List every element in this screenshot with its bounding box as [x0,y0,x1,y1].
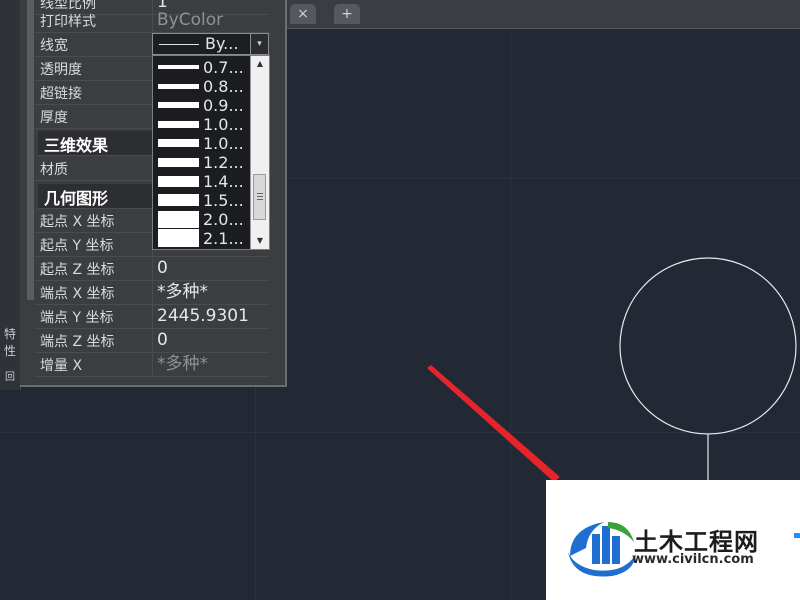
lineweight-option-label: 0.8... [203,77,244,96]
lineweight-swatch [158,194,199,206]
scroll-down-icon[interactable]: ▼ [251,233,269,249]
property-row-end-x[interactable]: 端点 X 坐标 *多种* [35,280,269,305]
lineweight-swatch [158,158,199,167]
property-label: 材质 [40,162,68,178]
grip-line [257,199,263,200]
lineweight-select-value: By... [205,34,239,53]
property-value[interactable]: 0 [152,256,269,280]
lineweight-dropdown[interactable]: 0.7... 0.8... 0.9... 1.0... 1.0... 1.2..… [152,55,270,250]
lineweight-option-label: 2.0... [203,210,244,229]
property-value[interactable]: 0 [152,328,269,352]
property-value[interactable]: *多种* [152,352,269,376]
section-title: 几何图形 [44,189,109,208]
property-row-delta-x[interactable]: 增量 X *多种* [35,352,269,377]
lineweight-option-label: 1.0... [203,134,244,153]
lineweight-swatch [158,229,199,247]
property-label: 线宽 [40,38,68,54]
dropdown-scrollbar[interactable]: ▲ ▼ [250,56,269,249]
property-label: 透明度 [40,62,82,78]
property-value[interactable]: *多种* [152,280,269,304]
close-tab-icon[interactable]: × [290,4,316,24]
grip-line [257,196,263,197]
lineweight-option[interactable]: 1.0... [155,115,251,134]
lineweight-option-label: 2.1... [203,229,244,248]
property-row-end-z[interactable]: 端点 Z 坐标 0 [35,328,269,353]
lineweight-option[interactable]: 1.5... [155,191,251,210]
palette-title-label: 特性 [3,327,16,358]
property-label: 起点 Z 坐标 [40,262,115,278]
property-label: 端点 Y 坐标 [40,310,114,326]
lineweight-option-label: 0.7... [203,58,244,77]
drawn-circle[interactable] [619,257,797,435]
lineweight-option[interactable]: 1.2... [155,153,251,172]
lineweight-option-label: 0.9... [203,96,244,115]
property-row-plot-style[interactable]: 打印样式 ByColor [35,8,269,33]
section-title: 三维效果 [44,136,109,155]
palette-title-strip[interactable]: 特性 回 [0,0,21,390]
lineweight-swatch [158,176,199,187]
watermark-url: www.civilcn.com [632,552,754,567]
lineweight-option[interactable]: 2.1... [155,229,251,248]
dropdown-scroll-thumb[interactable] [253,174,266,220]
lineweight-swatch [158,121,199,128]
lineweight-option-label: 1.2... [203,153,244,172]
chevron-down-icon[interactable]: ▾ [250,34,268,54]
grip-line [257,193,263,194]
lineweight-option[interactable]: 0.7... [155,58,251,77]
palette-icon: 回 [5,372,15,383]
lineweight-swatch [158,84,199,89]
property-value[interactable]: 2445.9301 [152,304,269,328]
watermark-emblem [568,522,636,577]
annotation-arrow-canvas [427,365,560,482]
property-value[interactable]: ByColor [152,8,269,32]
property-label: 增量 X [40,358,83,374]
new-tab-button[interactable]: + [334,4,360,24]
palette-scroll-thumb[interactable] [27,0,34,300]
property-label: 端点 Z 坐标 [40,334,115,350]
lineweight-option-label: 1.4... [203,172,244,191]
property-label: 端点 X 坐标 [40,286,115,302]
property-label: 超链接 [40,86,82,102]
property-label: 起点 Y 坐标 [40,238,114,254]
lineweight-option-label: 1.5... [203,191,244,210]
lineweight-swatch [158,65,199,69]
watermark-logo: 土木工程网 www.civilcn.com [546,480,800,600]
lineweight-option[interactable]: 1.4... [155,172,251,191]
property-label: 起点 X 坐标 [40,214,115,230]
lineweight-option-label: 1.0... [203,115,244,134]
lineweight-swatch [158,139,199,147]
property-row-start-z[interactable]: 起点 Z 坐标 0 [35,256,269,281]
lineweight-swatch [158,102,199,108]
property-label: 厚度 [40,110,68,126]
lineweight-swatch [158,211,199,228]
lineweight-option[interactable]: 0.8... [155,77,251,96]
lineweight-option[interactable]: 1.0... [155,134,251,153]
lineweight-preview [159,44,199,45]
scroll-up-icon[interactable]: ▲ [251,56,269,72]
property-row-end-y[interactable]: 端点 Y 坐标 2445.9301 [35,304,269,329]
lineweight-select[interactable]: By... ▾ [152,33,269,55]
lineweight-option[interactable]: 2.0... [155,210,251,229]
lineweight-option[interactable]: 0.9... [155,96,251,115]
property-label: 打印样式 [40,14,96,30]
file-tab-bar: × + [285,0,800,29]
canvas-marker [794,533,800,538]
